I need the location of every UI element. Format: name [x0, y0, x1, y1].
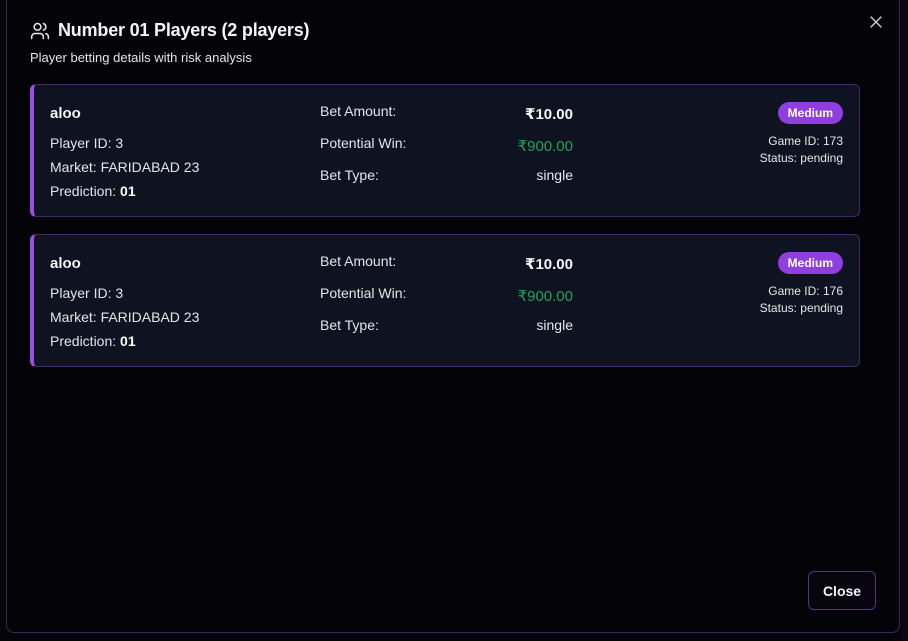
player-bet-card: aloo Player ID: 3 Market: FARIDABAD 23 P… [30, 234, 860, 367]
bet-type-value: single [536, 317, 573, 333]
dialog-header: Number 01 Players (2 players) [30, 20, 310, 41]
risk-badge: Medium [777, 252, 843, 274]
player-market: Market: FARIDABAD 23 [50, 159, 200, 175]
close-icon [870, 16, 882, 28]
prediction-value: 01 [120, 333, 136, 349]
background-edge [902, 0, 908, 641]
dialog-subtitle: Player betting details with risk analysi… [30, 50, 252, 65]
close-icon-button[interactable] [864, 10, 888, 34]
player-bet-card: aloo Player ID: 3 Market: FARIDABAD 23 P… [30, 84, 860, 217]
prediction-value: 01 [120, 183, 136, 199]
prediction-label: Prediction: [50, 183, 117, 199]
bet-type-label: Bet Type: [320, 167, 379, 183]
player-name: aloo [50, 255, 81, 272]
potential-win-value: ₹900.00 [517, 138, 573, 155]
bet-amount-label: Bet Amount: [320, 103, 397, 119]
player-name: aloo [50, 105, 81, 122]
potential-win-label: Potential Win: [320, 285, 407, 301]
player-id: Player ID: 3 [50, 135, 124, 151]
potential-win-value: ₹900.00 [517, 288, 573, 305]
player-market: Market: FARIDABAD 23 [50, 309, 200, 325]
bet-status: Status: pending [759, 301, 843, 315]
prediction-label: Prediction: [50, 333, 117, 349]
player-prediction: Prediction: 01 [50, 183, 136, 199]
close-button[interactable]: Close [808, 571, 876, 610]
bet-amount-value: ₹10.00 [525, 106, 573, 123]
potential-win-label: Potential Win: [320, 135, 407, 151]
game-id: Game ID: 176 [768, 284, 843, 298]
bet-status: Status: pending [759, 151, 843, 165]
bet-type-value: single [536, 167, 573, 183]
player-id: Player ID: 3 [50, 285, 124, 301]
bet-amount-value: ₹10.00 [525, 256, 573, 273]
game-id: Game ID: 173 [768, 134, 843, 148]
bet-type-label: Bet Type: [320, 317, 379, 333]
users-icon [30, 22, 50, 39]
bet-amount-label: Bet Amount: [320, 253, 397, 269]
risk-badge: Medium [777, 102, 843, 124]
dialog-title: Number 01 Players (2 players) [58, 20, 310, 40]
player-prediction: Prediction: 01 [50, 333, 136, 349]
